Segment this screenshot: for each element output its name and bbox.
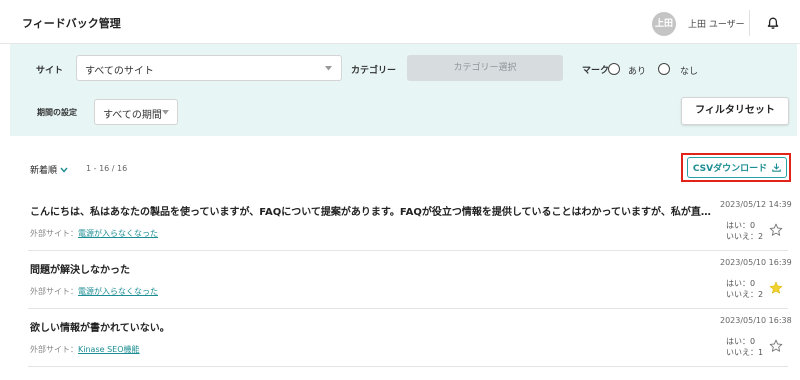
mark-radio-no[interactable]	[658, 63, 670, 75]
feedback-site-link[interactable]: 電源が入らなくなった	[78, 287, 158, 296]
chevron-down-icon	[60, 167, 68, 173]
header-divider	[749, 10, 750, 36]
mark-radio-yes[interactable]	[608, 63, 620, 75]
feedback-title: 問題が解決しなかった	[30, 265, 130, 276]
feedback-site-prefix: 外部サイト：	[30, 287, 78, 296]
site-select-value: すべてのサイト	[85, 66, 154, 77]
result-count: 1 - 16 / 16	[86, 164, 128, 173]
mark-filter-label: マーク	[582, 66, 610, 76]
no-count: いいえ：2	[726, 290, 764, 299]
feedback-date: 2023/05/10 16:39	[720, 258, 792, 267]
feedback-site-prefix: 外部サイト：	[30, 345, 78, 354]
download-icon	[772, 163, 781, 172]
chevron-down-icon	[162, 110, 169, 115]
site-select[interactable]: すべてのサイト	[76, 55, 342, 81]
category-select-button[interactable]: カテゴリー選択	[407, 55, 563, 81]
avatar[interactable]: 上田	[652, 12, 676, 36]
period-filter-label: 期間の設定	[37, 108, 77, 117]
feedback-site-prefix: 外部サイト：	[30, 229, 78, 238]
feedback-title: 欲しい情報が書かれていない。	[30, 323, 170, 334]
csv-download-label: CSVダウンロード	[692, 164, 768, 174]
filter-reset-button[interactable]: フィルタリセット	[681, 97, 789, 125]
feedback-votes: はい：0 いいえ：2	[726, 278, 763, 300]
chevron-down-icon	[325, 66, 332, 71]
list-item[interactable]: 問題が解決しなかった 外部サイト：電源が入らなくなった 2023/05/10 1…	[28, 251, 792, 309]
feedback-title: こんにちは、私はあなたの製品を使っていますが、FAQについて提案があります。FA…	[30, 207, 720, 218]
page-title: フィードバック管理	[22, 17, 121, 30]
notifications-button[interactable]	[757, 8, 789, 38]
feedback-votes: はい：0 いいえ：1	[726, 336, 763, 358]
yes-count: はい：0	[726, 279, 756, 288]
no-count: いいえ：1	[726, 348, 764, 357]
period-select[interactable]: すべての期間	[94, 99, 178, 125]
category-filter-label: カテゴリー	[351, 66, 397, 76]
sort-dropdown[interactable]: 新着順	[30, 163, 68, 176]
star-outline-icon[interactable]	[769, 223, 783, 237]
feedback-votes: はい：0 いいえ：2	[726, 220, 763, 242]
list-item[interactable]: 欲しい情報が書かれていない。 外部サイト：Kinase SEO機能 2023/0…	[28, 309, 792, 367]
feedback-site-link[interactable]: 電源が入らなくなった	[78, 229, 158, 238]
star-outline-icon[interactable]	[769, 339, 783, 353]
no-count: いいえ：2	[726, 232, 764, 241]
feedback-site-link[interactable]: Kinase SEO機能	[78, 345, 140, 354]
feedback-site: 外部サイト：電源が入らなくなった	[30, 228, 158, 239]
app-header: フィードバック管理 上田 上田 ユーザー	[0, 0, 800, 44]
period-select-value: すべての期間	[103, 110, 162, 121]
user-name[interactable]: 上田 ユーザー	[688, 17, 745, 30]
feedback-site: 外部サイト：Kinase SEO機能	[30, 344, 140, 355]
sort-label: 新着順	[30, 166, 58, 176]
site-filter-label: サイト	[36, 66, 64, 76]
mark-radio-yes-label: あり	[628, 67, 647, 77]
feedback-date: 2023/05/10 16:38	[720, 316, 792, 325]
yes-count: はい：0	[726, 221, 756, 230]
star-filled-icon[interactable]	[769, 281, 783, 295]
bell-icon	[767, 17, 779, 29]
mark-radio-no-label: なし	[680, 67, 699, 77]
feedback-site: 外部サイト：電源が入らなくなった	[30, 286, 158, 297]
filter-panel: サイト すべてのサイト カテゴリー カテゴリー選択 マーク あり なし 期間の設…	[10, 44, 797, 136]
yes-count: はい：0	[726, 337, 756, 346]
list-item[interactable]: こんにちは、私はあなたの製品を使っていますが、FAQについて提案があります。FA…	[28, 193, 792, 251]
feedback-date: 2023/05/12 14:39	[720, 200, 792, 209]
csv-download-button[interactable]: CSVダウンロード	[687, 157, 787, 178]
